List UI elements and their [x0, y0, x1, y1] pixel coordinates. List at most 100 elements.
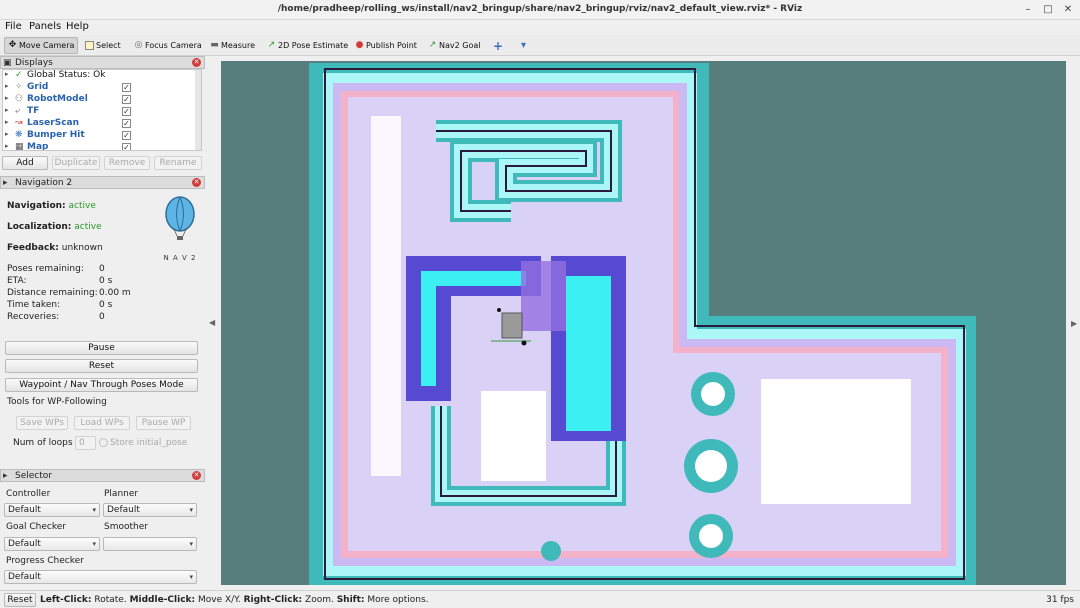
distance-remaining-label: Distance remaining: — [7, 288, 98, 298]
display-checkbox[interactable]: ✓ — [122, 131, 131, 140]
left-splitter[interactable]: ◀ — [208, 57, 218, 588]
smoother-select[interactable]: ▾ — [103, 537, 197, 551]
display-item-robotmodel[interactable]: ▸ ⚇ RobotModel ✓ — [3, 94, 197, 106]
feedback-status-value: unknown — [61, 243, 103, 253]
store-pose-checkbox[interactable]: Store initial_pose — [99, 438, 187, 448]
time-taken-value: 0 s — [99, 300, 113, 310]
chevron-down-icon: ▾ — [92, 540, 96, 548]
goal-arrow-icon: ↗ — [428, 40, 437, 50]
pose-estimate-tool[interactable]: ↗ 2D Pose Estimate — [264, 37, 351, 54]
tool-menu-icon[interactable]: ▾ — [518, 37, 529, 54]
expand-arrow-icon[interactable]: ▸ — [5, 142, 9, 150]
reset-button[interactable]: Reset — [5, 359, 198, 373]
close-navigation-icon[interactable]: ✕ — [192, 178, 201, 187]
close-displays-icon[interactable]: ✕ — [192, 58, 201, 67]
measure-tool[interactable]: ▬ Measure — [207, 37, 258, 54]
move-camera-tool[interactable]: ✥ Move Camera — [4, 37, 79, 54]
store-pose-checkbox-icon — [99, 438, 108, 447]
add-display-button[interactable]: Add — [2, 156, 48, 170]
expand-arrow-icon[interactable]: ▸ — [5, 106, 9, 114]
progress-checker-label: Progress Checker — [6, 556, 84, 566]
right-splitter[interactable]: ▶ — [1070, 61, 1080, 585]
status-reset-button[interactable]: Reset — [4, 593, 36, 607]
map-pillar — [695, 450, 727, 482]
grid-icon: ✧ — [15, 82, 23, 92]
wp-tools-label: Tools for WP-Following — [7, 397, 107, 407]
save-wps-button[interactable]: Save WPs — [16, 416, 68, 430]
pause-wp-button[interactable]: Pause WP — [136, 416, 191, 430]
select-tool[interactable]: Select — [82, 37, 124, 54]
display-item-label: LaserScan — [27, 118, 80, 128]
nav2-goal-label: Nav2 Goal — [439, 41, 481, 50]
measure-label: Measure — [221, 41, 255, 50]
poses-remaining-value: 0 — [99, 264, 105, 274]
rename-display-button[interactable]: Rename — [154, 156, 202, 170]
selector-title: Selector — [15, 471, 52, 481]
waypoint-mode-button[interactable]: Waypoint / Nav Through Poses Mode — [5, 378, 198, 392]
expand-arrow-icon[interactable]: ▸ — [5, 70, 9, 78]
planner-select[interactable]: Default ▾ — [103, 503, 197, 517]
pause-button[interactable]: Pause — [5, 341, 198, 355]
map-pillar — [541, 541, 561, 561]
chevron-down-icon: ▾ — [189, 506, 193, 514]
right-click-text: Zoom. — [302, 595, 337, 605]
goal-checker-select-value: Default — [8, 539, 41, 549]
smoother-label: Smoother — [104, 522, 148, 532]
expand-arrow-icon[interactable]: ▸ — [5, 82, 9, 90]
map-free-patch — [761, 379, 911, 504]
publish-point-tool[interactable]: ● Publish Point — [352, 37, 420, 54]
display-item-map[interactable]: ▸ ▦ Map ✓ — [3, 142, 197, 150]
collapse-left-icon[interactable]: ◀ — [209, 318, 215, 327]
pose-estimate-label: 2D Pose Estimate — [278, 41, 349, 50]
window-title: /home/pradheep/rolling_ws/install/nav2_b… — [277, 4, 803, 14]
menu-bar: File Panels Help — [0, 20, 1080, 35]
map-pillar — [699, 524, 723, 548]
status-bar: Reset Left-Click: Rotate. Middle-Click: … — [0, 590, 1080, 608]
chevron-down-icon: ▾ — [92, 506, 96, 514]
duplicate-display-button[interactable]: Duplicate — [52, 156, 100, 170]
progress-checker-select[interactable]: Default ▾ — [4, 570, 197, 584]
expand-arrow-icon[interactable]: ▸ — [5, 118, 9, 126]
select-label: Select — [96, 41, 121, 50]
display-checkbox[interactable]: ✓ — [122, 143, 131, 150]
display-item-label: Global Status: Ok — [27, 70, 106, 80]
collapse-right-icon[interactable]: ▶ — [1071, 319, 1077, 328]
menu-file[interactable]: File — [5, 21, 22, 32]
display-checkbox[interactable]: ✓ — [122, 107, 131, 116]
display-item-global-status[interactable]: ▸ ✓ Global Status: Ok — [3, 70, 197, 82]
display-item-grid[interactable]: ▸ ✧ Grid ✓ — [3, 82, 197, 94]
display-item-laserscan[interactable]: ▸ ↝ LaserScan ✓ — [3, 118, 197, 130]
menu-panels[interactable]: Panels — [29, 21, 61, 32]
remove-display-button[interactable]: Remove — [104, 156, 150, 170]
expand-arrow-icon[interactable]: ▸ — [5, 130, 9, 138]
poses-remaining-label: Poses remaining: — [7, 264, 84, 274]
close-icon[interactable]: ✕ — [1062, 5, 1074, 15]
localization-status-label: Localization: — [7, 222, 72, 232]
display-item-label: RobotModel — [27, 94, 88, 104]
focus-camera-tool[interactable]: ◎ Focus Camera — [131, 37, 205, 54]
load-wps-button[interactable]: Load WPs — [74, 416, 130, 430]
render-viewport[interactable] — [221, 61, 1066, 585]
display-item-tf[interactable]: ▸ ⤶ TF ✓ — [3, 106, 197, 118]
planner-label: Planner — [104, 489, 139, 499]
display-checkbox[interactable]: ✓ — [122, 83, 131, 92]
toolbar: ✥ Move Camera Select ◎ Focus Camera ▬ Measu… — [0, 35, 1080, 56]
close-selector-icon[interactable]: ✕ — [192, 471, 201, 480]
fps-counter: 31 fps — [1046, 595, 1074, 605]
planner-select-value: Default — [107, 505, 140, 515]
tf-icon: ⤶ — [15, 106, 21, 116]
minimize-icon[interactable]: – — [1022, 5, 1034, 15]
display-checkbox[interactable]: ✓ — [122, 95, 131, 104]
maximize-icon[interactable]: □ — [1042, 5, 1054, 15]
displays-scrollbar[interactable] — [195, 70, 201, 150]
num-loops-input[interactable]: 0 — [75, 436, 96, 450]
display-item-bumper-hit[interactable]: ▸ ❋ Bumper Hit ✓ — [3, 130, 197, 142]
controller-select[interactable]: Default ▾ — [4, 503, 100, 517]
add-tool-icon[interactable]: + — [490, 37, 506, 54]
menu-help[interactable]: Help — [66, 21, 89, 32]
goal-checker-select[interactable]: Default ▾ — [4, 537, 100, 551]
display-checkbox[interactable]: ✓ — [122, 119, 131, 128]
map-free-patch — [481, 391, 546, 481]
nav2-goal-tool[interactable]: ↗ Nav2 Goal — [425, 37, 483, 54]
expand-arrow-icon[interactable]: ▸ — [5, 94, 9, 102]
